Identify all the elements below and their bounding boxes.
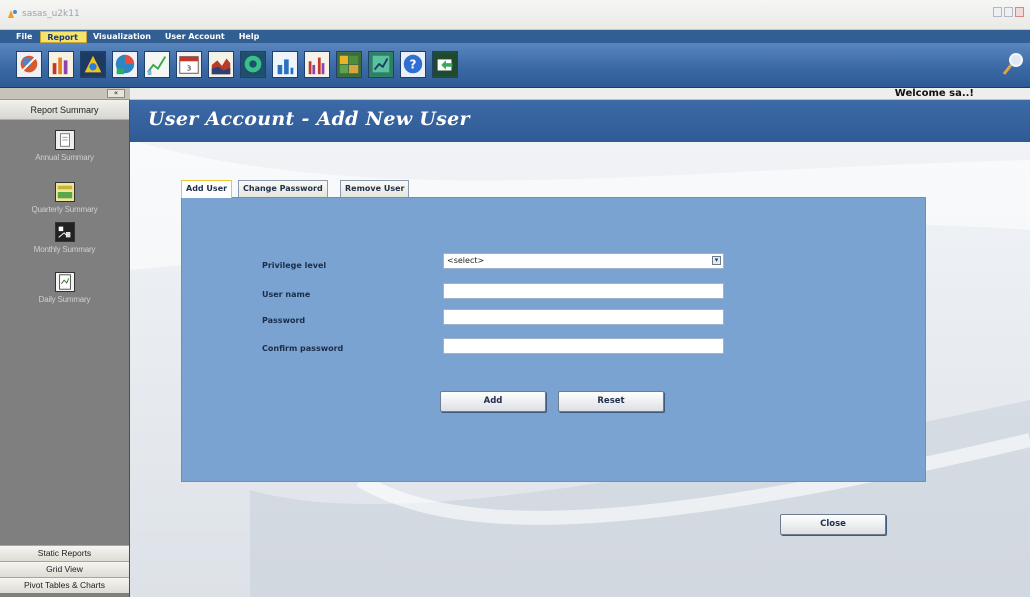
document-icon — [54, 130, 75, 150]
menu-file[interactable]: File — [10, 31, 40, 43]
add-user-panel: Privilege level <select> ▾ User name Pas… — [181, 197, 926, 482]
confirm-password-input[interactable] — [443, 338, 724, 354]
sidebar-item-label: Annual Summary — [35, 153, 94, 162]
confirm-password-label: Confirm password — [262, 344, 344, 353]
chevron-down-icon[interactable]: ▾ — [712, 256, 721, 265]
sidebar: Report Summary Annual Summary Quarterly … — [0, 100, 130, 597]
sidebar-item-daily-summary[interactable]: Daily Summary — [0, 272, 129, 318]
welcome-message: Welcome sa..! — [894, 88, 974, 99]
export-icon[interactable] — [432, 51, 458, 78]
tab-add-user[interactable]: Add User — [181, 180, 233, 198]
heatmap-icon[interactable] — [336, 51, 362, 78]
maximize-button[interactable] — [1004, 7, 1013, 17]
trend-chart-icon[interactable] — [368, 51, 394, 78]
window-title-bar: sasas_u2k11 — [0, 0, 1030, 30]
menu-user-account[interactable]: User Account — [159, 31, 233, 43]
password-label: Password — [262, 316, 306, 325]
sidebar-item-label: Daily Summary — [38, 295, 91, 304]
globe-report-icon[interactable] — [16, 51, 42, 78]
svg-text:?: ? — [410, 58, 417, 72]
toolbar: 3 ? — [0, 43, 1030, 88]
app-logo-icon — [8, 10, 17, 18]
menu-bar: File Report Visualization User Account H… — [0, 30, 1030, 43]
reset-button[interactable]: Reset — [558, 391, 664, 412]
line-chart-icon[interactable] — [144, 51, 170, 78]
menu-help[interactable]: Help — [233, 31, 268, 43]
sidebar-collapse-button[interactable]: « — [107, 89, 125, 98]
pie-chart-icon[interactable] — [112, 51, 138, 78]
column-chart-icon[interactable] — [272, 51, 298, 78]
sidebar-title[interactable]: Report Summary — [0, 100, 129, 120]
grouped-bar-icon[interactable] — [304, 51, 330, 78]
quarterly-chart-icon — [54, 182, 75, 202]
area-chart-icon[interactable] — [208, 51, 234, 78]
page-banner: User Account - Add New User — [130, 100, 1030, 142]
monthly-chart-icon — [54, 222, 75, 242]
close-window-button[interactable] — [1015, 7, 1024, 17]
main-content: User Account - Add New User Add User Cha… — [130, 100, 1030, 597]
sidebar-item-label: Quarterly Summary — [31, 205, 98, 214]
scatter-plot-icon[interactable] — [80, 51, 106, 78]
username-label: User name — [262, 290, 311, 299]
welcome-strip: Welcome sa..! — [130, 88, 1030, 100]
zoom-icon[interactable] — [1002, 52, 1024, 78]
sidebar-footer-pivot-tables[interactable]: Pivot Tables & Charts — [0, 577, 129, 593]
sidebar-footer-static-reports[interactable]: Static Reports — [0, 545, 129, 561]
username-input[interactable] — [443, 283, 724, 299]
add-button[interactable]: Add — [440, 391, 546, 412]
bar-chart-icon[interactable] — [48, 51, 74, 78]
daily-report-icon — [54, 272, 75, 292]
privilege-level-label: Privilege level — [262, 261, 327, 270]
privilege-level-value: <select> — [447, 256, 485, 265]
window-title: sasas_u2k11 — [22, 9, 80, 19]
tab-remove-user[interactable]: Remove User — [340, 180, 410, 197]
donut-chart-icon[interactable] — [240, 51, 266, 78]
sidebar-collapse-strip: « — [0, 88, 130, 100]
minimize-button[interactable] — [993, 7, 1002, 17]
help-icon[interactable]: ? — [400, 51, 426, 78]
menu-visualization[interactable]: Visualization — [87, 31, 159, 43]
menu-report[interactable]: Report — [40, 30, 87, 43]
sidebar-footer-grid-view[interactable]: Grid View — [0, 561, 129, 577]
sidebar-item-monthly-summary[interactable]: Monthly Summary — [0, 222, 129, 268]
svg-text:3: 3 — [187, 64, 192, 73]
privilege-level-select[interactable]: <select> ▾ — [443, 253, 724, 269]
page-title: User Account - Add New User — [148, 108, 470, 130]
close-button[interactable]: Close — [780, 514, 886, 535]
password-input[interactable] — [443, 309, 724, 325]
calendar-icon[interactable]: 3 — [176, 51, 202, 78]
sidebar-item-label: Monthly Summary — [33, 245, 96, 254]
sidebar-item-annual-summary[interactable]: Annual Summary — [0, 130, 129, 176]
tab-change-password[interactable]: Change Password — [238, 180, 328, 197]
